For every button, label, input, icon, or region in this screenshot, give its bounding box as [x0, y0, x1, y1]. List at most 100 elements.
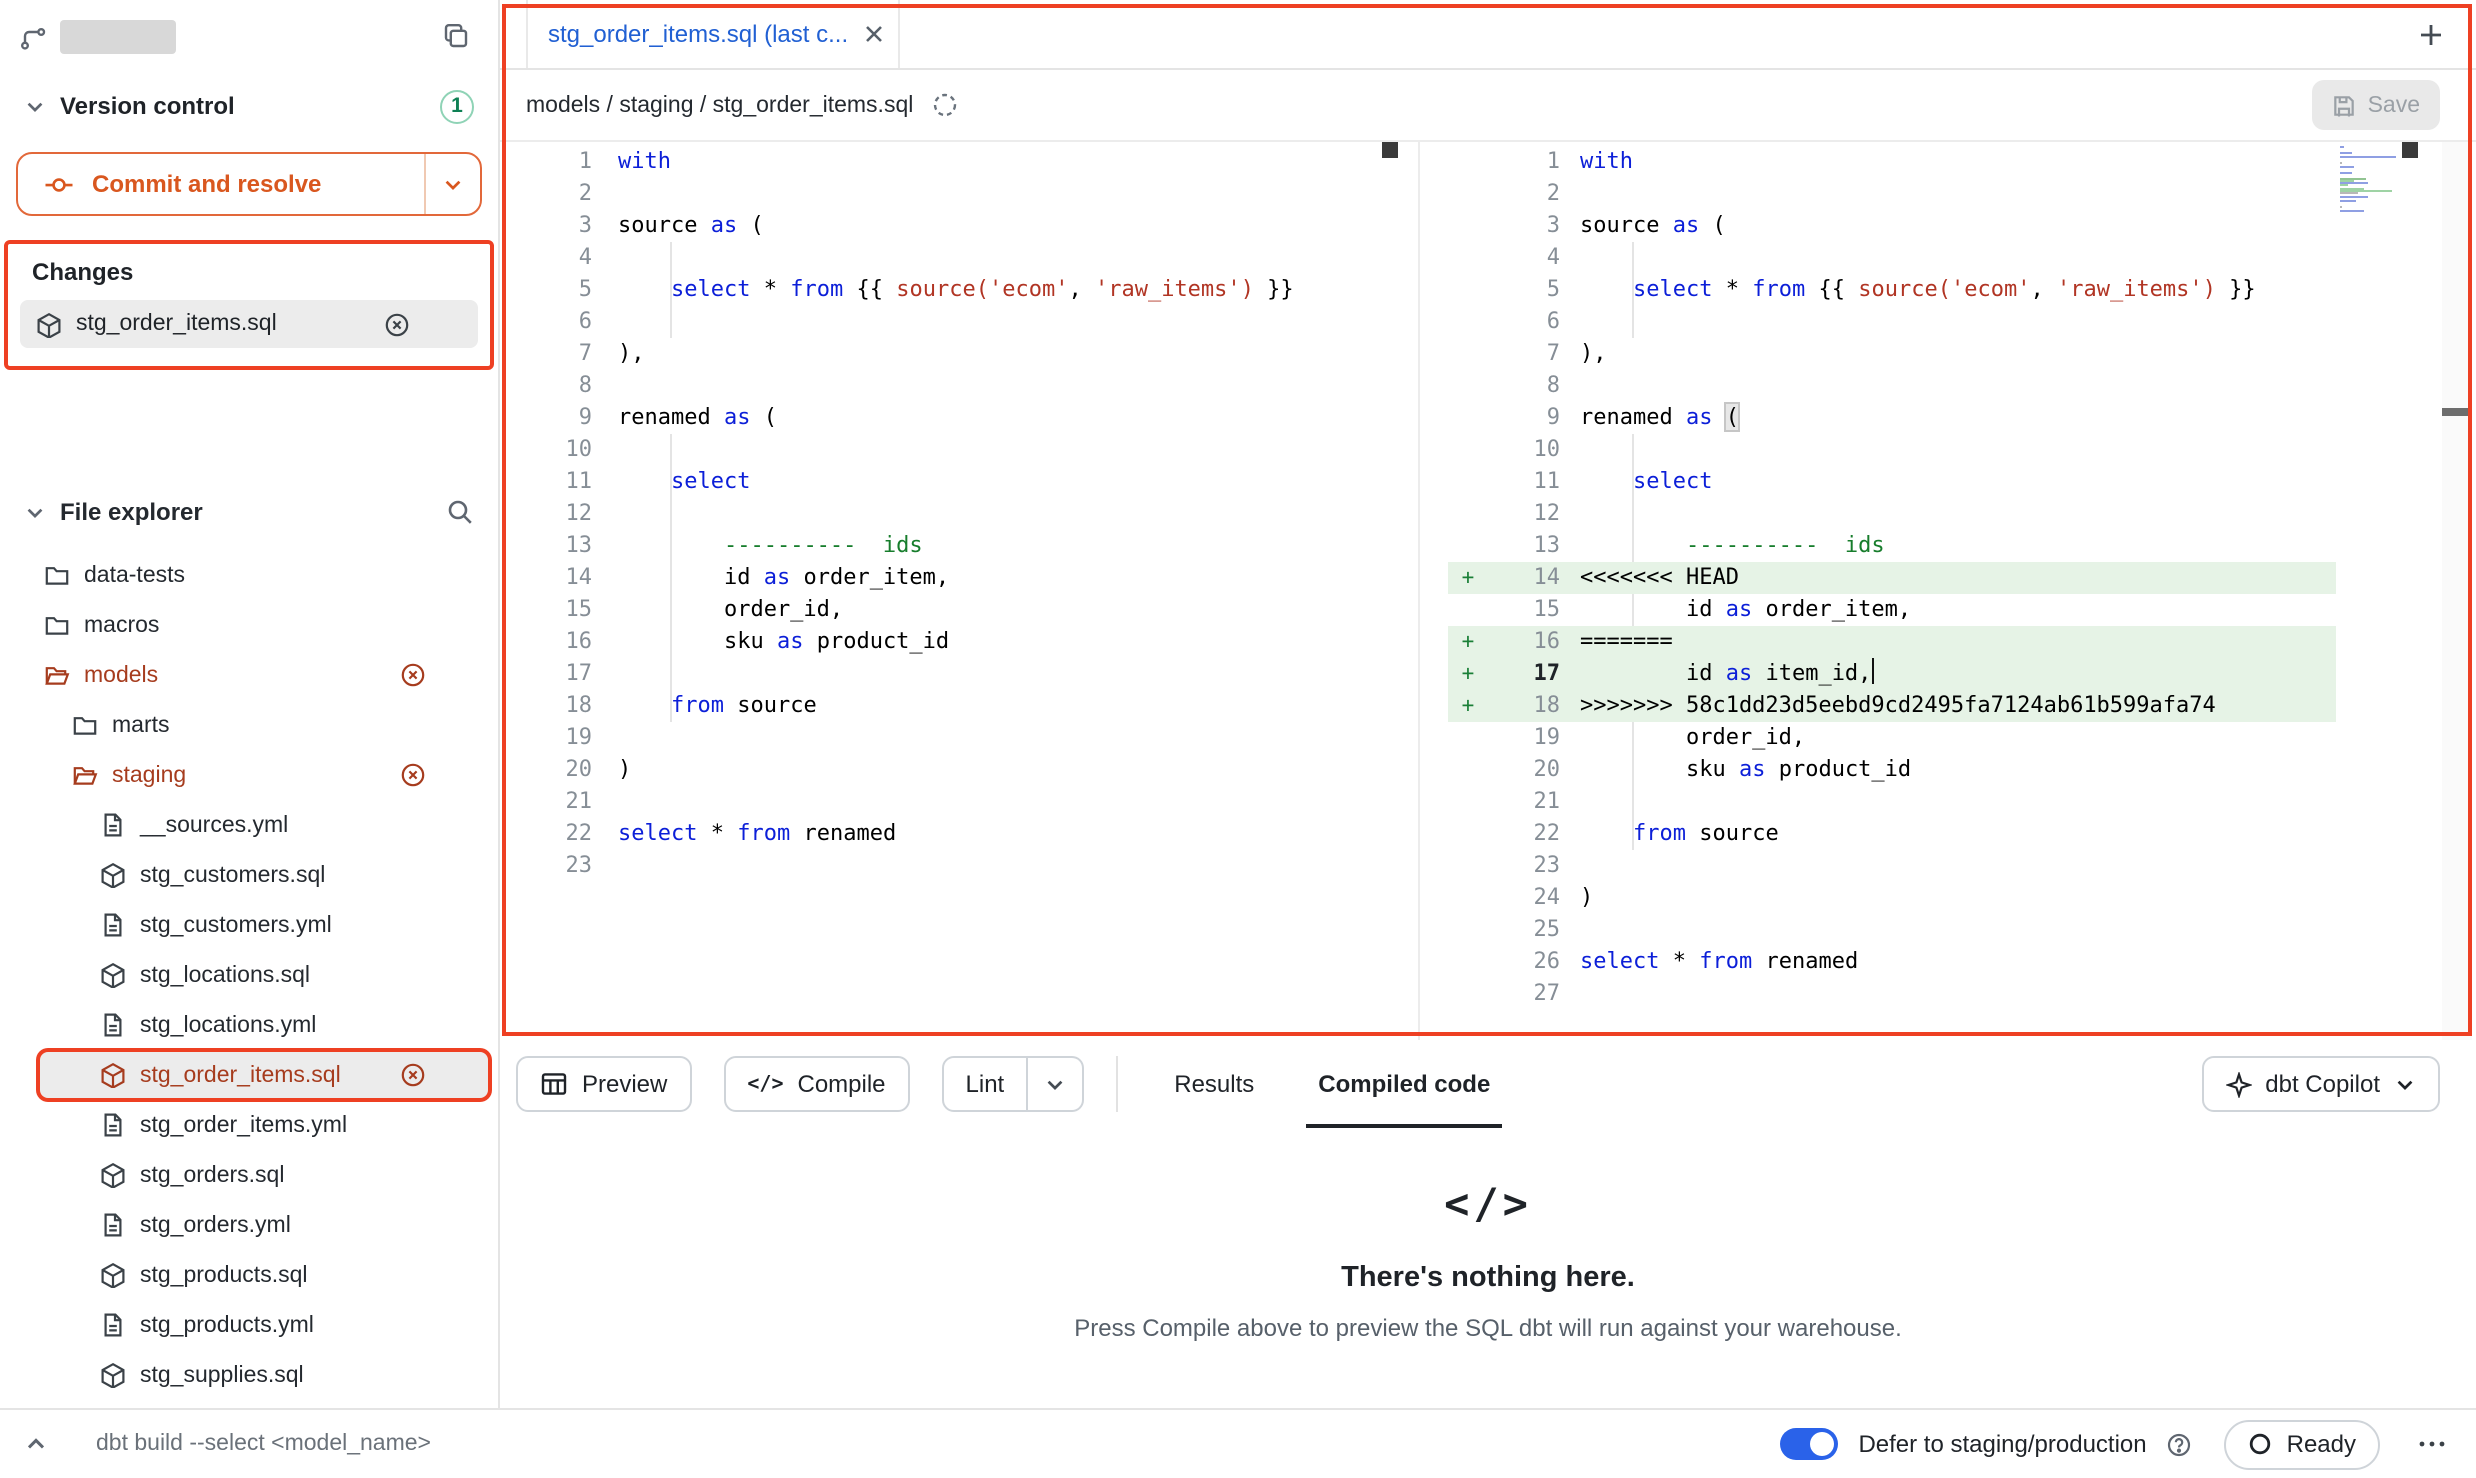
folder-icon: [72, 712, 98, 738]
tree-item-stg_customers.yml[interactable]: stg_customers.yml: [0, 900, 498, 950]
lint-options-caret[interactable]: [1028, 1056, 1084, 1112]
compile-button[interactable]: </> Compile: [723, 1056, 909, 1112]
model-icon: [100, 1062, 126, 1088]
tree-item-models[interactable]: models: [0, 650, 498, 700]
tree-item-label: models: [84, 663, 158, 687]
compiled-code-tab-label: Compiled code: [1318, 1070, 1490, 1098]
code-line-12: 12: [500, 498, 1418, 530]
tree-item-__sources.yml[interactable]: __sources.yml: [0, 800, 498, 850]
version-control-header[interactable]: Version control 1: [0, 80, 498, 132]
results-tab-label: Results: [1174, 1070, 1254, 1098]
tree-item-label: stg_products.sql: [140, 1263, 308, 1287]
close-circle-icon[interactable]: [384, 311, 410, 337]
search-icon[interactable]: [446, 498, 474, 526]
tree-item-staging[interactable]: staging: [0, 750, 498, 800]
tree-item-macros[interactable]: macros: [0, 600, 498, 650]
chevron-down-icon: [2394, 1073, 2416, 1095]
tree-item-marts[interactable]: marts: [0, 700, 498, 750]
model-icon: [100, 962, 126, 988]
code-line-15: 15 order_id,: [500, 594, 1418, 626]
tree-item-stg_supplies.sql[interactable]: stg_supplies.sql: [0, 1350, 498, 1400]
lint-button[interactable]: Lint: [942, 1056, 1029, 1112]
tree-item-stg_order_items.sql[interactable]: stg_order_items.sql: [0, 1050, 498, 1100]
status-circle-icon: [2249, 1432, 2273, 1456]
code-line-5: 5 select * from {{ source('ecom', 'raw_i…: [1420, 274, 2336, 306]
help-icon[interactable]: [2167, 1431, 2193, 1457]
code-line-10: 10: [1420, 434, 2336, 466]
tab-compiled-code[interactable]: Compiled code: [1286, 1040, 1522, 1128]
minimap[interactable]: [2340, 146, 2400, 216]
more-options-icon[interactable]: [2416, 1430, 2448, 1458]
breadcrumb-row: models / staging / stg_order_items.sql S…: [500, 70, 2476, 142]
diff-editor-original-pane[interactable]: 1with23source as (45 select * from {{ so…: [500, 142, 1420, 1040]
ide-status-button[interactable]: Ready: [2225, 1419, 2380, 1469]
file-explorer-header[interactable]: File explorer: [0, 486, 498, 538]
code-line-7: 7),: [500, 338, 1418, 370]
change-item[interactable]: stg_order_items.sql: [20, 300, 478, 348]
new-tab-plus-icon[interactable]: [2418, 21, 2444, 47]
tree-item-label: stg_orders.sql: [140, 1163, 284, 1187]
tree-item-label: __sources.yml: [140, 813, 288, 837]
tree-item-data-tests[interactable]: data-tests: [0, 550, 498, 600]
code-glyph-icon: </>: [1444, 1180, 1532, 1228]
empty-state-title: There's nothing here.: [1341, 1262, 1635, 1294]
tree-item-stg_products.sql[interactable]: stg_products.sql: [0, 1250, 498, 1300]
vertical-scrollbar[interactable]: [2442, 142, 2472, 1040]
preview-button[interactable]: Preview: [516, 1056, 691, 1112]
table-icon: [540, 1070, 568, 1098]
close-tab-icon[interactable]: [864, 24, 884, 44]
tree-item-label: stg_supplies.sql: [140, 1363, 304, 1387]
chevron-down-icon: [24, 95, 46, 117]
code-line-15: 15 id as order_item,: [1420, 594, 2336, 626]
code-line-24: 24): [1420, 882, 2336, 914]
file-icon: [100, 1212, 126, 1238]
code-line-17: +17 id as item_id,: [1420, 658, 2336, 690]
close-circle-icon[interactable]: [400, 662, 426, 688]
annotation-box-changes: Changes stg_order_items.sql: [4, 240, 494, 370]
tree-item-stg_orders.yml[interactable]: stg_orders.yml: [0, 1200, 498, 1250]
project-icon[interactable]: [20, 23, 46, 49]
defer-toggle[interactable]: [1780, 1428, 1838, 1460]
code-line-2: 2: [1420, 178, 2336, 210]
defer-label: Defer to staging/production: [1858, 1430, 2146, 1458]
breadcrumb: models / staging / stg_order_items.sql: [526, 93, 913, 117]
code-line-4: 4: [1420, 242, 2336, 274]
code-line-20: 20 sku as product_id: [1420, 754, 2336, 786]
file-explorer-label: File explorer: [60, 498, 203, 526]
command-hint[interactable]: dbt build --select <model_name>: [96, 1432, 431, 1456]
file-icon: [100, 812, 126, 838]
tab-results[interactable]: Results: [1142, 1040, 1286, 1128]
diff-editor-modified-pane[interactable]: 1with23source as (45 select * from {{ so…: [1420, 142, 2476, 1040]
code-line-19: 19 order_id,: [1420, 722, 2336, 754]
copy-icon[interactable]: [442, 22, 470, 50]
tree-item-stg_locations.yml[interactable]: stg_locations.yml: [0, 1000, 498, 1050]
commit-options-caret[interactable]: [424, 154, 480, 214]
tab-stg-order-items[interactable]: stg_order_items.sql (last c...: [526, 0, 900, 68]
tree-item-stg_products.yml[interactable]: stg_products.yml: [0, 1300, 498, 1350]
close-circle-icon[interactable]: [400, 1062, 426, 1088]
commit-and-resolve-button[interactable]: Commit and resolve: [16, 152, 482, 216]
close-circle-icon[interactable]: [400, 762, 426, 788]
code-line-4: 4: [500, 242, 1418, 274]
version-control-badge: 1: [440, 89, 474, 123]
tree-item-stg_orders.sql[interactable]: stg_orders.sql: [0, 1150, 498, 1200]
code-line-19: 19: [500, 722, 1418, 754]
git-commit-icon: [44, 169, 74, 199]
model-icon: [100, 1262, 126, 1288]
code-line-16: 16 sku as product_id: [500, 626, 1418, 658]
save-button[interactable]: Save: [2312, 80, 2440, 130]
code-line-11: 11 select: [500, 466, 1418, 498]
code-line-3: 3source as (: [500, 210, 1418, 242]
dbt-copilot-button[interactable]: dbt Copilot: [2201, 1056, 2440, 1112]
tree-item-stg_order_items.yml[interactable]: stg_order_items.yml: [0, 1100, 498, 1150]
chevron-up-icon[interactable]: [24, 1432, 48, 1456]
overview-ruler-marker: [2402, 142, 2418, 158]
tree-item-stg_locations.sql[interactable]: stg_locations.sql: [0, 950, 498, 1000]
tree-item-label: macros: [84, 613, 159, 637]
tree-item-stg_customers.sql[interactable]: stg_customers.sql: [0, 850, 498, 900]
preview-button-label: Preview: [582, 1070, 667, 1098]
save-button-label: Save: [2368, 93, 2420, 117]
code-line-2: 2: [500, 178, 1418, 210]
code-line-26: 26select * from renamed: [1420, 946, 2336, 978]
compile-button-label: Compile: [798, 1070, 886, 1098]
